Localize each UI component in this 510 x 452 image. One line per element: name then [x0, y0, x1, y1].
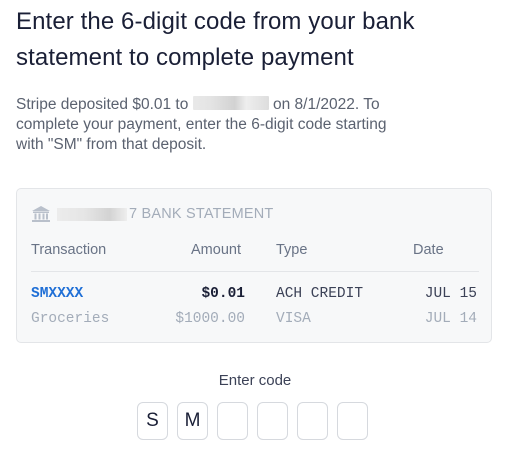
redacted-bank-name	[57, 207, 127, 221]
code-input-group: S M	[137, 402, 368, 440]
enter-code-label: Enter code	[218, 372, 292, 389]
code-digit-5[interactable]	[297, 402, 328, 440]
redacted-account	[192, 96, 269, 110]
code-digit-2[interactable]: M	[177, 402, 208, 440]
column-amount: Amount	[191, 242, 241, 258]
code-digit-6[interactable]	[337, 402, 368, 440]
bank-icon	[32, 206, 50, 222]
statement-heading: 7 BANK STATEMENT	[31, 205, 273, 223]
title-line-2: statement to complete payment	[16, 44, 354, 71]
instructions-part-2: on 8/1/2022. To	[272, 96, 380, 113]
row-date: JUL 14	[424, 311, 477, 327]
instructions-line-2: complete your payment, enter the 6-digit…	[16, 116, 387, 133]
column-type: Type	[276, 242, 308, 258]
header-divider	[31, 271, 479, 272]
verification-page: Enter the 6-digit code from your bank st…	[16, 0, 494, 155]
instructions-line-3: with "SM" from that deposit.	[16, 136, 207, 153]
row-transaction: Groceries	[31, 311, 110, 327]
row-type: VISA	[276, 311, 311, 327]
instructions-part-1: Stripe deposited $0.01 to	[16, 96, 189, 113]
column-date: Date	[413, 242, 444, 258]
instructions-text: Stripe deposited $0.01 to on 8/1/2022. T…	[16, 95, 494, 155]
page-title: Enter the 6-digit code from your bank st…	[16, 4, 494, 76]
code-digit-1[interactable]: S	[137, 402, 168, 440]
title-line-1: Enter the 6-digit code from your bank	[16, 8, 415, 35]
bank-statement-card: 7 BANK STATEMENT Transaction Amount Type…	[16, 188, 492, 343]
row-type: ACH CREDIT	[276, 286, 364, 302]
column-transaction: Transaction	[31, 242, 107, 258]
code-digit-3[interactable]	[217, 402, 248, 440]
row-date: JUL 15	[424, 286, 477, 302]
code-digit-4[interactable]	[257, 402, 288, 440]
row-amount: $0.01	[201, 286, 245, 302]
row-transaction: SMXXXX	[31, 286, 84, 302]
row-amount: $1000.00	[175, 311, 245, 327]
statement-heading-label: 7 BANK STATEMENT	[129, 206, 274, 222]
